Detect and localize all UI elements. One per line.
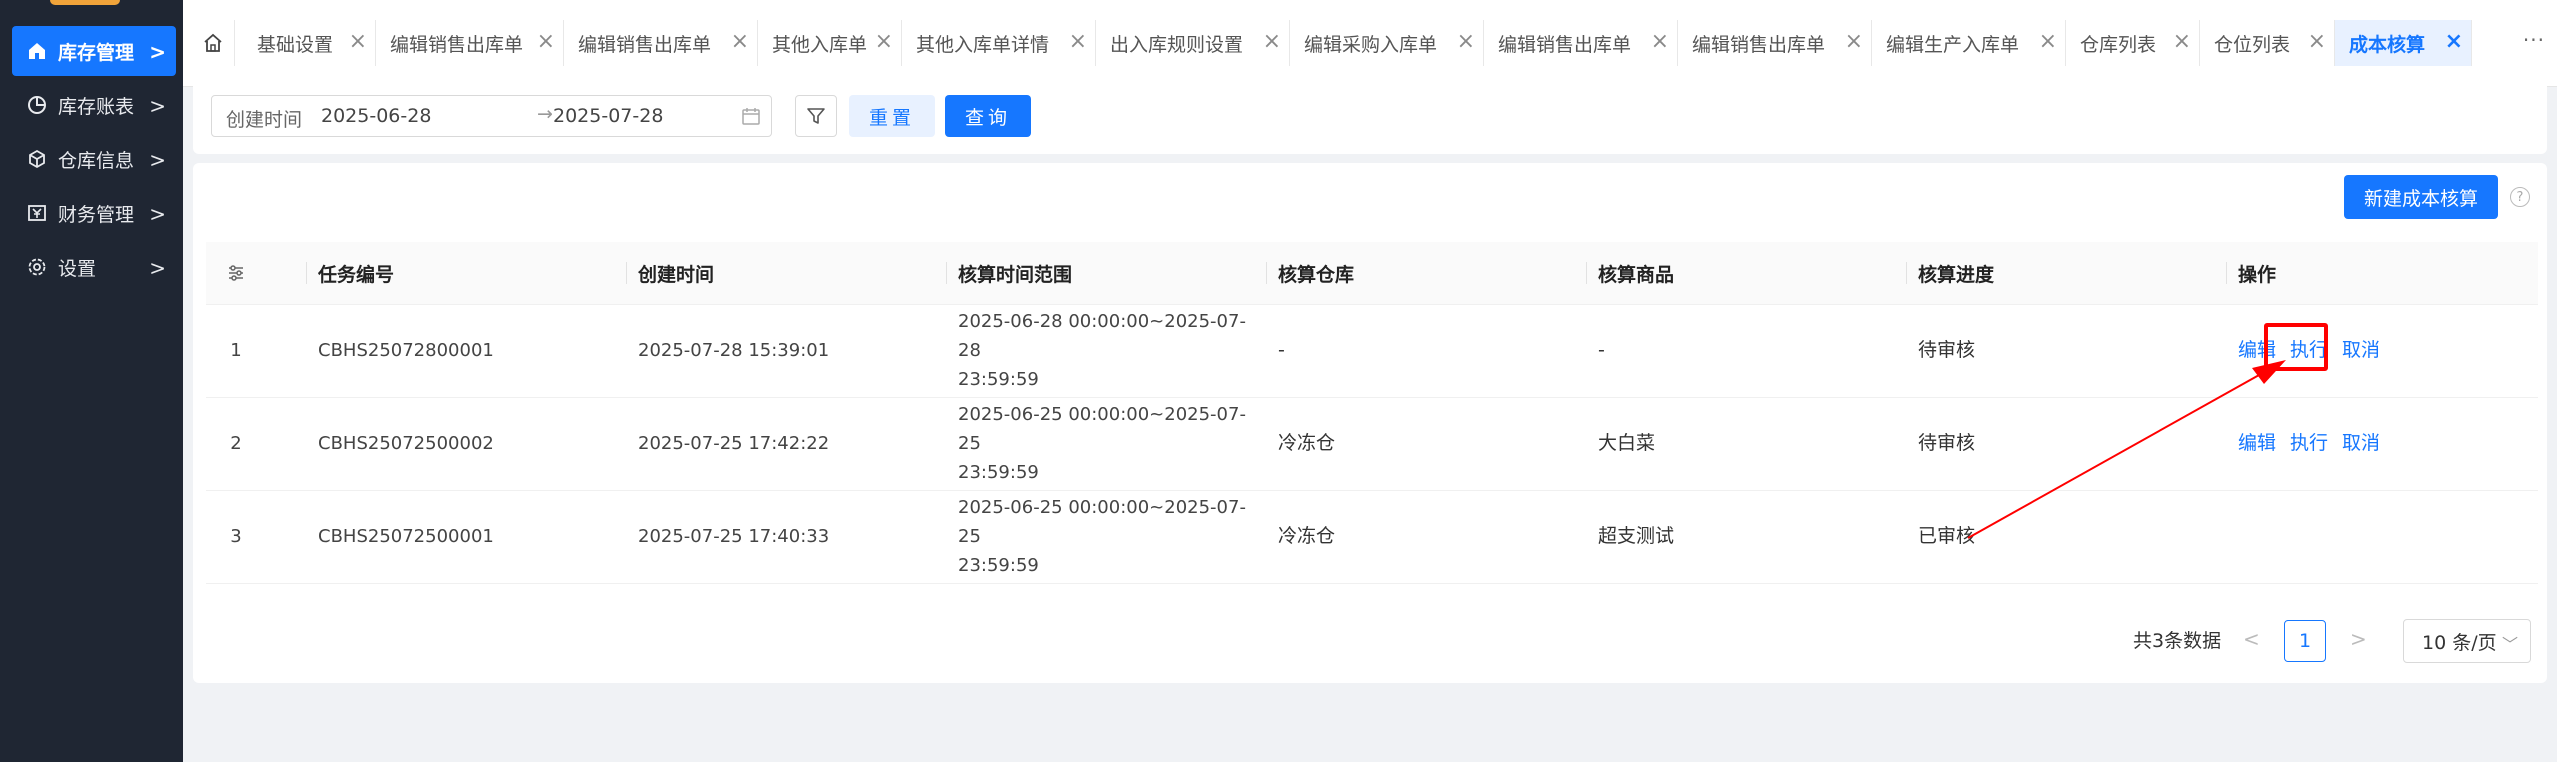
page-1-button[interactable]: 1 <box>2284 620 2326 662</box>
chevron-down-icon: ﹀ <box>2501 635 2518 654</box>
prev-page-icon[interactable]: < <box>2243 627 2260 651</box>
next-page-icon[interactable]: > <box>2350 627 2367 651</box>
pagination-total: 共3条数据 <box>2133 630 2222 652</box>
page-size-select[interactable]: 10 条/页 ﹀ <box>2403 619 2531 663</box>
